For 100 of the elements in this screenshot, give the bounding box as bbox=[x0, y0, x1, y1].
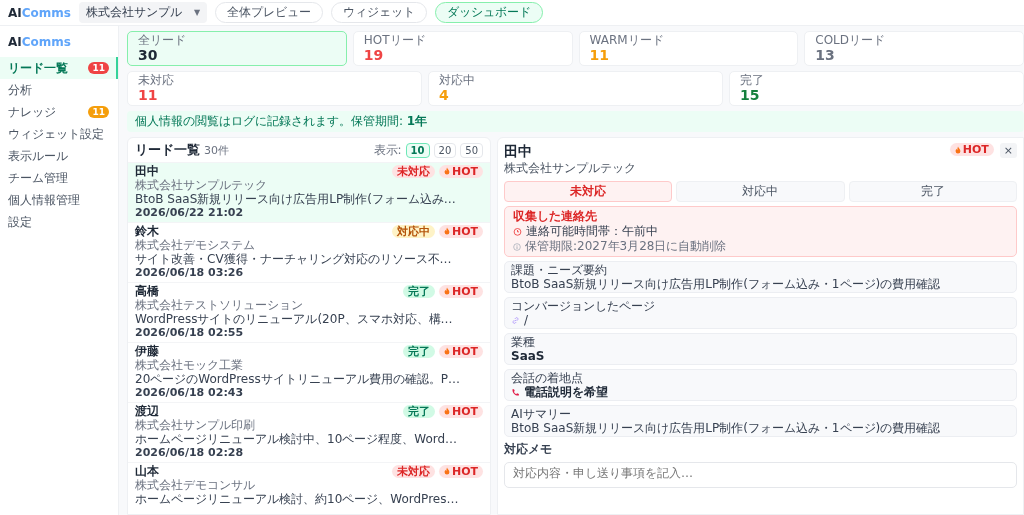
status-tab[interactable]: 対応中 bbox=[676, 181, 845, 202]
lead-date: 2026/06/18 03:26 bbox=[135, 266, 245, 280]
temperature-label: HOT bbox=[451, 404, 478, 418]
lead-summary: ホームページリニューアル検討、約10ページ、WordPres… bbox=[135, 492, 460, 506]
lead-name: 田中 bbox=[135, 164, 159, 178]
page-size-label: 表示: bbox=[373, 141, 402, 159]
sidebar-logo: AIComms bbox=[7, 34, 72, 51]
flame-icon bbox=[954, 145, 961, 154]
stat-value: 11 bbox=[138, 87, 159, 104]
page-path: / bbox=[524, 313, 529, 327]
stat-label: COLDリード bbox=[815, 33, 886, 47]
lead-item[interactable]: 伊藤 完了 HOT 株式会社モック工業 20ページのWordPressサイトリニューアル費用の確認。P… 2026/06/18 02:43 bbox=[128, 342, 490, 402]
page-size-button[interactable]: 20 bbox=[433, 142, 457, 158]
company-name: 株式会社サンプルテック bbox=[135, 178, 268, 192]
lead-summary: 20ページのWordPressサイトリニューアル費用の確認。P… bbox=[135, 372, 461, 386]
close-button[interactable]: × bbox=[999, 143, 1017, 158]
caret-icon: ▼ bbox=[193, 8, 201, 17]
company-name: 株式会社サンプル印刷 bbox=[135, 418, 256, 432]
info-icon bbox=[513, 242, 521, 251]
sidebar-item[interactable]: 表示ルール bbox=[0, 145, 118, 167]
lead-item[interactable]: 山本 未対応 HOT 株式会社デモコンサル ホームページリニューアル検討、約10ページ、WordPres… bbox=[128, 462, 490, 508]
company-name: 株式会社モック工業 bbox=[135, 358, 244, 372]
temperature-label: HOT bbox=[962, 143, 989, 156]
sidebar-item[interactable]: 個人情報管理 bbox=[0, 189, 118, 211]
flame-icon bbox=[443, 287, 450, 295]
temperature-label: HOT bbox=[451, 164, 478, 178]
lead-date: 2026/06/18 02:43 bbox=[135, 386, 245, 400]
status-tab[interactable]: 完了 bbox=[848, 181, 1017, 202]
company-select[interactable]: 株式会社サンプル ▼ bbox=[78, 2, 208, 23]
status-tag: 完了 bbox=[402, 404, 435, 418]
retention-note: 保管期限:2027年3月28日に自動削除 bbox=[525, 239, 727, 254]
nav-button[interactable]: ウィジェット bbox=[331, 2, 428, 23]
lead-name: 山本 bbox=[135, 464, 159, 478]
stat-value: 11 bbox=[589, 47, 610, 64]
lead-name: 鈴木 bbox=[135, 224, 159, 238]
company-name: 株式会社テストソリューション bbox=[135, 298, 304, 312]
page-size-button[interactable]: 50 bbox=[460, 142, 483, 158]
lead-name: 田中 bbox=[504, 143, 533, 160]
nav-button[interactable]: ダッシュボード bbox=[435, 2, 544, 23]
field-value: SaaS bbox=[511, 349, 546, 363]
stat-value: 30 bbox=[138, 47, 159, 64]
count-badge: 11 bbox=[88, 62, 109, 74]
page-size-button[interactable]: 10 bbox=[405, 142, 430, 158]
status-tag: 未対応 bbox=[391, 164, 435, 178]
lead-summary: サイト改善・CV獲得・ナーチャリング対応のリソース不… bbox=[135, 252, 453, 266]
logo: AIComms bbox=[8, 5, 71, 20]
company-name: 株式会社デモコンサル bbox=[135, 478, 256, 492]
memo-label: 対応メモ bbox=[504, 441, 553, 458]
link-icon bbox=[511, 315, 520, 325]
stat-label: 対応中 bbox=[439, 73, 476, 87]
field-label: 課題・ニーズ要約 bbox=[511, 263, 608, 277]
lead-item[interactable]: 渡辺 完了 HOT 株式会社サンプル印刷 ホームページリニューアル検討中、10ページ程度、Word… 2026/06/18 02:28 bbox=[128, 402, 490, 462]
lead-summary: WordPressサイトのリニューアル(20P、スマホ対応、構… bbox=[135, 312, 454, 326]
stat-label: HOTリード bbox=[363, 33, 427, 47]
flame-icon bbox=[443, 347, 450, 355]
count-badge: 11 bbox=[88, 106, 109, 118]
stat-value: 13 bbox=[815, 47, 836, 64]
memo-field[interactable]: 対応内容・申し送り事項を記入… bbox=[504, 462, 1017, 488]
stat-label: 全リード bbox=[138, 33, 187, 47]
field-label: 会話の着地点 bbox=[511, 371, 584, 385]
field-value: BtoB SaaS新規リリース向け広告用LP制作(フォーム込み・1ページ)の費用確認 bbox=[511, 421, 942, 435]
status-tag: 未対応 bbox=[391, 464, 435, 478]
sidebar-item[interactable]: チーム管理 bbox=[0, 167, 118, 189]
temperature-label: HOT bbox=[451, 284, 478, 298]
status-tab[interactable]: 未対応 bbox=[504, 181, 673, 202]
lead-count: 30件 bbox=[204, 142, 229, 158]
lead-date: 2026/06/22 21:02 bbox=[135, 206, 245, 220]
nav-button[interactable]: 全体プレビュー bbox=[215, 2, 324, 23]
field-value: BtoB SaaS新規リリース向け広告用LP制作(フォーム込み・1ページ)の費用確認 bbox=[511, 277, 942, 291]
stat-value: 4 bbox=[439, 87, 450, 104]
clock-icon bbox=[513, 227, 522, 236]
lead-name: 高橋 bbox=[135, 284, 159, 298]
sidebar-item[interactable]: リード一覧 11 bbox=[0, 57, 118, 79]
status-tag: 対応中 bbox=[391, 224, 435, 238]
lead-summary: BtoB SaaS新規リリース向け広告用LP制作(フォーム込み… bbox=[135, 192, 457, 206]
stat-label: WARMリード bbox=[589, 33, 665, 47]
privacy-notice: 個人情報の閲覧はログに記録されます。保管期間: 1年 bbox=[127, 111, 1024, 132]
sidebar-item[interactable]: 設定 bbox=[0, 211, 118, 233]
field-label: 業種 bbox=[511, 335, 536, 349]
company-name: 株式会社デモシステム bbox=[135, 238, 256, 252]
stat-label: 未対応 bbox=[138, 73, 175, 87]
status-tag: 完了 bbox=[402, 344, 435, 358]
panel-title: リード一覧 bbox=[135, 141, 200, 159]
lead-item[interactable]: 鈴木 対応中 HOT 株式会社デモシステム サイト改善・CV獲得・ナーチャリング対応のリソース不… 2026/06/18 03:26 bbox=[128, 222, 490, 282]
lead-date: 2026/06/18 02:28 bbox=[135, 446, 245, 460]
sidebar-item[interactable]: 分析 bbox=[0, 79, 118, 101]
field-value: 電話説明を希望 bbox=[524, 385, 608, 399]
sidebar-item[interactable]: ナレッジ 11 bbox=[0, 101, 118, 123]
lead-item[interactable]: 田中 未対応 HOT 株式会社サンプルテック BtoB SaaS新規リリース向け広告用LP制作(フォーム込み… 2026/06/22 21:02 bbox=[128, 162, 490, 222]
temperature-label: HOT bbox=[451, 464, 478, 478]
lead-item[interactable]: 高橋 完了 HOT 株式会社テストソリューション WordPressサイトのリニューアル(20P、スマホ対応、構… 2026/06/18 02:55 bbox=[128, 282, 490, 342]
stat-value: 15 bbox=[740, 87, 761, 104]
lead-name: 伊藤 bbox=[135, 344, 159, 358]
phone-icon bbox=[511, 387, 520, 397]
sidebar-item[interactable]: ウィジェット設定 bbox=[0, 123, 118, 145]
status-tag: 完了 bbox=[402, 284, 435, 298]
lead-date: 2026/06/18 02:55 bbox=[135, 326, 245, 340]
availability-text: 連絡可能時間帯：午前中 bbox=[526, 224, 658, 239]
contact-title: 収集した連絡先 bbox=[513, 209, 598, 224]
field-label: コンバージョンしたページ bbox=[511, 299, 656, 313]
